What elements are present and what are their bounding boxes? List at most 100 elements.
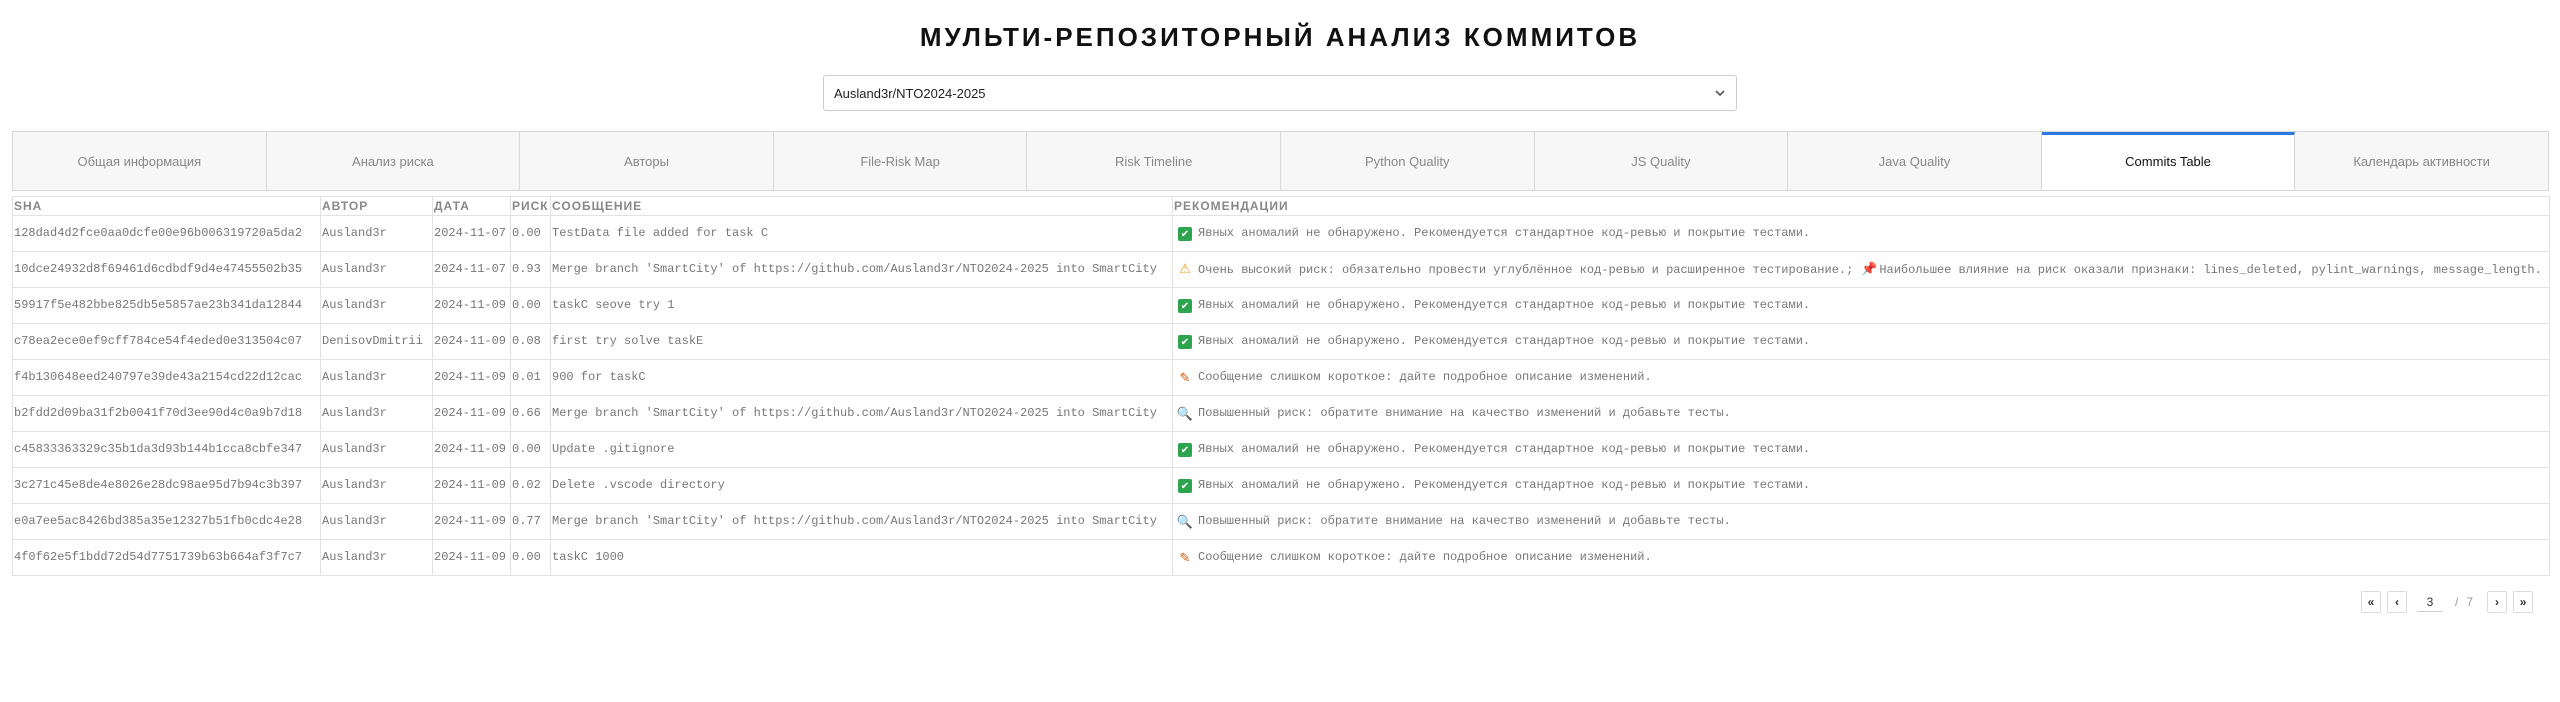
recommendation-text: Сообщение слишком короткое: дайте подроб…	[1198, 370, 1652, 384]
recommendation-text: Повышенный риск: обратите внимание на ка…	[1198, 514, 1731, 528]
cell-author: Ausland3r	[320, 395, 433, 432]
page-number-input[interactable]	[2417, 592, 2443, 612]
column-header-recommendations[interactable]: РЕКОМЕНДАЦИИ	[1172, 196, 2550, 216]
cell-recommendation: ✔ Явных аномалий не обнаружено. Рекоменду…	[1172, 287, 2550, 324]
cell-risk: 0.02	[510, 467, 551, 504]
next-page-button[interactable]: ›	[2487, 591, 2508, 613]
cell-message: Delete .vscode directory	[550, 467, 1173, 504]
page-separator: /	[2455, 595, 2459, 609]
cell-author: Ausland3r	[320, 467, 433, 504]
cell-risk: 0.77	[510, 503, 551, 540]
pencil-icon: ✎	[1179, 550, 1191, 566]
cell-sha: 10dce24932d8f69461d6cdbdf9d4e47455502b35	[12, 251, 321, 288]
repository-select[interactable]: Ausland3r/NTO2024-2025	[823, 75, 1737, 111]
cell-recommendation: ⚠ Очень высокий риск: обязательно провест…	[1172, 251, 2550, 288]
chevron-down-icon	[1714, 87, 1726, 99]
cell-author: DenisovDmitrii	[320, 323, 433, 360]
cell-recommendation: ✔ Явных аномалий не обнаружено. Рекоменду…	[1172, 323, 2550, 360]
first-page-button[interactable]: «	[2361, 591, 2381, 613]
table-row[interactable]: 59917f5e482bbe825db5e5857ae23b341da12844…	[12, 287, 2550, 324]
tab-activity-calendar[interactable]: Календарь активности	[2295, 132, 2548, 190]
cell-date: 2024-11-07	[432, 215, 511, 252]
cell-sha: f4b130648eed240797e39de43a2154cd22d12cac	[12, 359, 321, 396]
cell-sha: c45833363329c35b1da3d93b144b1cca8cbfe347	[12, 431, 321, 468]
cell-sha: b2fdd2d09ba31f2b0041f70d3ee90d4c0a9b7d18	[12, 395, 321, 432]
table-row[interactable]: c45833363329c35b1da3d93b144b1cca8cbfe347…	[12, 431, 2550, 468]
cell-recommendation: ✎ Сообщение слишком короткое: дайте подро…	[1172, 359, 2550, 396]
cell-risk: 0.00	[510, 287, 551, 324]
cell-message: 900 for taskC	[550, 359, 1173, 396]
recommendation-text: Повышенный риск: обратите внимание на ка…	[1198, 406, 1731, 420]
cell-date: 2024-11-09	[432, 395, 511, 432]
cell-message: Merge branch 'SmartCity' of https://gith…	[550, 503, 1173, 540]
table-row[interactable]: 4f0f62e5f1bdd72d54d7751739b63b664af3f7c7…	[12, 539, 2550, 576]
cell-author: Ausland3r	[320, 215, 433, 252]
table-row[interactable]: 3c271c45e8de4e8026e28dc98ae95d7b94c3b397…	[12, 467, 2550, 504]
cell-message: Merge branch 'SmartCity' of https://gith…	[550, 395, 1173, 432]
cell-date: 2024-11-07	[432, 251, 511, 288]
tab-file-risk-map[interactable]: File-Risk Map	[774, 132, 1028, 190]
recommendation-text: Явных аномалий не обнаружено. Рекомендуе…	[1198, 478, 1811, 492]
cell-date: 2024-11-09	[432, 287, 511, 324]
cell-message: taskC 1000	[550, 539, 1173, 576]
tab-risk-timeline[interactable]: Risk Timeline	[1027, 132, 1281, 190]
pin-icon: 📌	[1861, 262, 1878, 277]
column-header-date[interactable]: ДАТА	[432, 196, 511, 216]
cell-recommendation: 🔍 Повышенный риск: обратите внимание на к…	[1172, 395, 2550, 432]
previous-page-button[interactable]: ‹	[2387, 591, 2407, 613]
column-header-message[interactable]: СООБЩЕНИЕ	[550, 196, 1173, 216]
cell-author: Ausland3r	[320, 359, 433, 396]
tab-bar: Общая информация Анализ риска Авторы Fil…	[12, 131, 2549, 191]
tab-commits-table[interactable]: Commits Table	[2041, 132, 2296, 190]
recommendation-text: Явных аномалий не обнаружено. Рекомендуе…	[1198, 226, 1811, 240]
cell-recommendation: ✎ Сообщение слишком короткое: дайте подро…	[1172, 539, 2550, 576]
pagination: « ‹ / 7 › »	[2361, 591, 2539, 613]
cell-sha: c78ea2ece0ef9cff784ce54f4eded0e313504c07	[12, 323, 321, 360]
cell-message: Update .gitignore	[550, 431, 1173, 468]
cell-risk: 0.00	[510, 215, 551, 252]
cell-sha: e0a7ee5ac8426bd385a35e12327b51fb0cdc4e28	[12, 503, 321, 540]
repository-select-value: Ausland3r/NTO2024-2025	[834, 85, 986, 101]
cell-sha: 3c271c45e8de4e8026e28dc98ae95d7b94c3b397	[12, 467, 321, 504]
cell-author: Ausland3r	[320, 503, 433, 540]
cell-risk: 0.08	[510, 323, 551, 360]
page-total: 7	[2466, 595, 2474, 609]
cell-sha: 59917f5e482bbe825db5e5857ae23b341da12844	[12, 287, 321, 324]
cell-recommendation: ✔ Явных аномалий не обнаружено. Рекоменду…	[1172, 431, 2550, 468]
tab-js-quality[interactable]: JS Quality	[1535, 132, 1789, 190]
table-row[interactable]: 128dad4d2fce0aa0dcfe00e96b006319720a5da2…	[12, 215, 2550, 252]
cell-risk: 0.93	[510, 251, 551, 288]
column-header-risk[interactable]: РИСК	[510, 196, 551, 216]
table-row[interactable]: e0a7ee5ac8426bd385a35e12327b51fb0cdc4e28…	[12, 503, 2550, 540]
table-row[interactable]: b2fdd2d09ba31f2b0041f70d3ee90d4c0a9b7d18…	[12, 395, 2550, 432]
tab-java-quality[interactable]: Java Quality	[1788, 132, 2042, 190]
cell-message: first try solve taskE	[550, 323, 1173, 360]
recommendation-text: Явных аномалий не обнаружено. Рекомендуе…	[1198, 442, 1811, 456]
commits-table: SHA АВТОР ДАТА РИСК СООБЩЕНИЕ РЕКОМЕНДАЦ…	[12, 196, 2550, 576]
table-row[interactable]: f4b130648eed240797e39de43a2154cd22d12cac…	[12, 359, 2550, 396]
tab-authors[interactable]: Авторы	[520, 132, 774, 190]
recommendation-text: Очень высокий риск: обязательно провести…	[1198, 263, 1854, 277]
cell-date: 2024-11-09	[432, 431, 511, 468]
table-row[interactable]: 10dce24932d8f69461d6cdbdf9d4e47455502b35…	[12, 251, 2550, 288]
table-header-row: SHA АВТОР ДАТА РИСК СООБЩЕНИЕ РЕКОМЕНДАЦ…	[12, 196, 2550, 216]
magnifier-icon: 🔍	[1176, 514, 1194, 530]
tab-general-info[interactable]: Общая информация	[13, 132, 267, 190]
check-icon: ✔	[1178, 479, 1192, 493]
cell-author: Ausland3r	[320, 431, 433, 468]
last-page-button[interactable]: »	[2513, 591, 2534, 613]
cell-sha: 128dad4d2fce0aa0dcfe00e96b006319720a5da2	[12, 215, 321, 252]
cell-recommendation: 🔍 Повышенный риск: обратите внимание на к…	[1172, 503, 2550, 540]
column-header-author[interactable]: АВТОР	[320, 196, 433, 216]
magnifier-icon: 🔍	[1176, 406, 1194, 422]
column-header-sha[interactable]: SHA	[12, 196, 321, 216]
pencil-icon: ✎	[1179, 370, 1191, 386]
tab-python-quality[interactable]: Python Quality	[1281, 132, 1535, 190]
cell-message: Merge branch 'SmartCity' of https://gith…	[550, 251, 1173, 288]
table-row[interactable]: c78ea2ece0ef9cff784ce54f4eded0e313504c07…	[12, 323, 2550, 360]
page-title: МУЛЬТИ-РЕПОЗИТОРНЫЙ АНАЛИЗ КОММИТОВ	[919, 22, 1641, 52]
warning-icon: ⚠	[1179, 261, 1191, 277]
tab-risk-analysis[interactable]: Анализ риска	[267, 132, 521, 190]
check-icon: ✔	[1178, 299, 1192, 313]
cell-risk: 0.00	[510, 539, 551, 576]
